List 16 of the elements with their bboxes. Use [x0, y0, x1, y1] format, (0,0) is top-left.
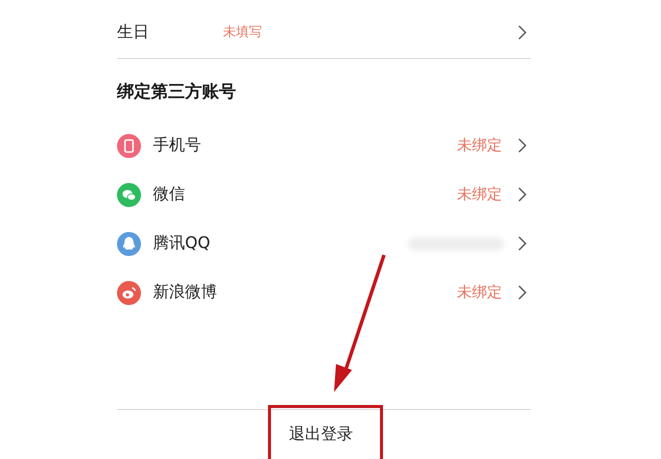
account-name: 微信: [153, 184, 186, 205]
section-title: 绑定第三方账号: [117, 81, 237, 103]
binding-status: 未绑定: [457, 283, 502, 302]
logout-button[interactable]: 退出登录: [279, 410, 363, 459]
chevron-icon[interactable]: [518, 285, 527, 300]
chevron-icon: [518, 24, 527, 40]
account-name: 手机号: [153, 135, 202, 156]
binding-status: 未绑定: [457, 185, 502, 204]
row-value: 未填写: [223, 24, 263, 41]
account-name: 新浪微博: [153, 282, 218, 303]
chevron-icon[interactable]: [518, 187, 527, 202]
row-label: 生日: [117, 22, 150, 42]
chevron-icon[interactable]: [518, 138, 527, 153]
binding-status: 未绑定: [457, 136, 502, 155]
chevron-icon[interactable]: [518, 236, 527, 251]
account-name: 腾讯QQ: [153, 233, 212, 254]
